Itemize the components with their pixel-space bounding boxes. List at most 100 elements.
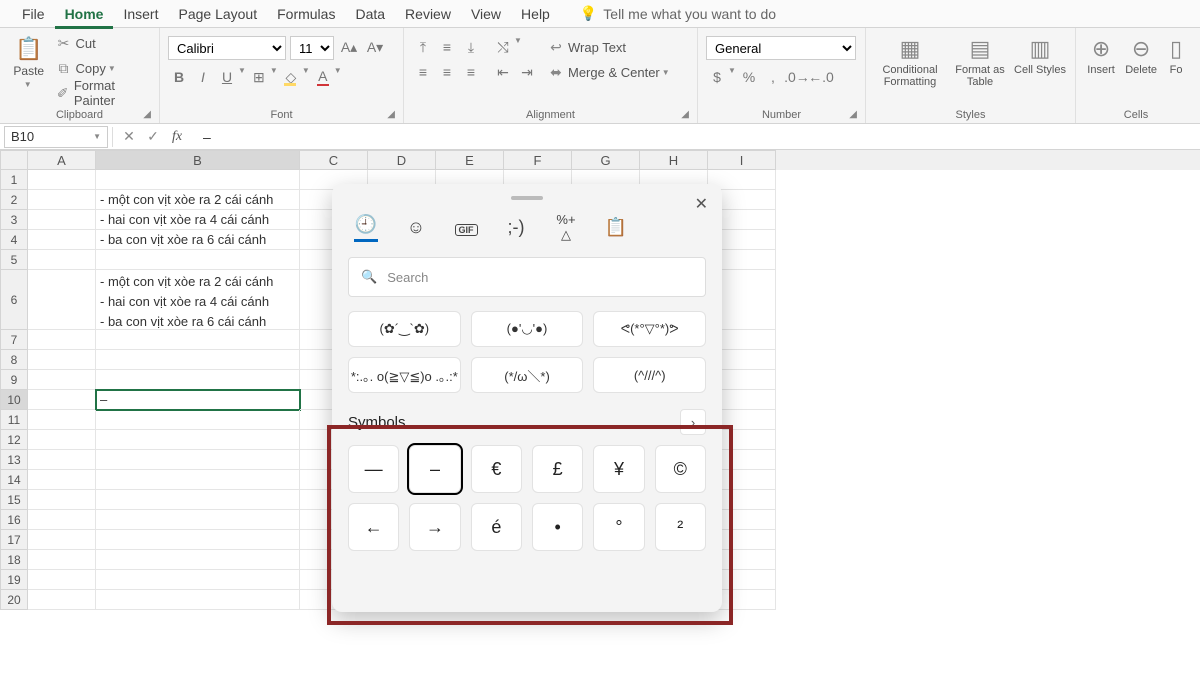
cut-button[interactable]: ✂Cut [55, 32, 151, 54]
cell-B13[interactable] [96, 450, 300, 470]
row-header-4[interactable]: 4 [0, 230, 28, 250]
close-button[interactable]: ✕ [695, 194, 708, 214]
col-header-G[interactable]: G [572, 150, 640, 170]
tab-clipboard-icon[interactable]: 📋 [604, 217, 628, 238]
col-header-A[interactable]: A [28, 150, 96, 170]
enter-formula-icon[interactable]: ✓ [143, 128, 163, 145]
tab-help[interactable]: Help [511, 2, 560, 26]
kaomoji-item-1[interactable]: (●'◡'●) [471, 311, 584, 347]
cell-A20[interactable] [28, 590, 96, 610]
tab-symbols-icon[interactable]: %+△ [554, 212, 578, 243]
cell-A12[interactable] [28, 430, 96, 450]
cell-A14[interactable] [28, 470, 96, 490]
border-button[interactable]: ⊞ [248, 66, 270, 88]
row-header-11[interactable]: 11 [0, 410, 28, 430]
cell-A5[interactable] [28, 250, 96, 270]
tab-emoji-icon[interactable]: ☺ [404, 217, 428, 238]
kaomoji-item-0[interactable]: *:.｡. o(≧▽≦)o .｡.:* [348, 357, 461, 393]
symbol-item-4[interactable]: ¥ [593, 445, 644, 493]
cell-A10[interactable] [28, 390, 96, 410]
align-right-icon[interactable]: ≡ [460, 61, 482, 83]
format-painter-button[interactable]: ✐Format Painter [55, 82, 151, 104]
dialog-launcher-icon[interactable]: ◢ [143, 109, 151, 120]
row-header-14[interactable]: 14 [0, 470, 28, 490]
fx-icon[interactable]: fx [167, 129, 187, 145]
tab-gif-icon[interactable]: GIF [454, 217, 478, 238]
cell-A17[interactable] [28, 530, 96, 550]
cell-A2[interactable] [28, 190, 96, 210]
row-header-20[interactable]: 20 [0, 590, 28, 610]
row-header-9[interactable]: 9 [0, 370, 28, 390]
kaomoji-item-0[interactable]: (✿´‿`✿) [348, 311, 461, 347]
indent-increase-icon[interactable]: ⇥ [516, 61, 538, 83]
orientation-icon[interactable]: ⤭ [492, 36, 514, 58]
indent-decrease-icon[interactable]: ⇤ [492, 61, 514, 83]
panel-drag-handle[interactable] [511, 196, 543, 200]
cell-B14[interactable] [96, 470, 300, 490]
cell-B6[interactable]: - một con vịt xòe ra 2 cái cánh - hai co… [96, 270, 300, 330]
row-header-15[interactable]: 15 [0, 490, 28, 510]
format-as-table-button[interactable]: ▤Format as Table [948, 32, 1012, 88]
symbol-item-4[interactable]: ° [593, 503, 644, 551]
comma-icon[interactable]: , [762, 66, 784, 88]
row-header-13[interactable]: 13 [0, 450, 28, 470]
font-name-combo[interactable]: Calibri [168, 36, 286, 60]
cell-B7[interactable] [96, 330, 300, 350]
percent-icon[interactable]: % [738, 66, 760, 88]
row-header-19[interactable]: 19 [0, 570, 28, 590]
tab-view[interactable]: View [461, 2, 511, 26]
tab-kaomoji-icon[interactable]: ;-) [504, 217, 528, 238]
delete-cell-button[interactable]: ⊖Delete [1124, 32, 1158, 76]
cell-B8[interactable] [96, 350, 300, 370]
row-header-10[interactable]: 10 [0, 390, 28, 410]
decrease-decimal-icon[interactable]: ←.0 [810, 66, 832, 88]
cell-B17[interactable] [96, 530, 300, 550]
increase-decimal-icon[interactable]: .0→ [786, 66, 808, 88]
cell-A7[interactable] [28, 330, 96, 350]
align-bottom-icon[interactable]: ⤓ [460, 36, 482, 58]
currency-icon[interactable]: $ [706, 66, 728, 88]
row-header-16[interactable]: 16 [0, 510, 28, 530]
tab-data[interactable]: Data [345, 2, 395, 26]
cell-B9[interactable] [96, 370, 300, 390]
tab-home[interactable]: Home [55, 2, 114, 29]
symbol-item-2[interactable]: € [471, 445, 522, 493]
row-header-6[interactable]: 6 [0, 270, 28, 330]
kaomoji-item-1[interactable]: (*/ω＼*) [471, 357, 584, 393]
cancel-formula-icon[interactable]: ✕ [119, 128, 139, 145]
underline-button[interactable]: U [216, 66, 238, 88]
font-size-combo[interactable]: 11 [290, 36, 334, 60]
cell-A9[interactable] [28, 370, 96, 390]
cell-B1[interactable] [96, 170, 300, 190]
row-header-18[interactable]: 18 [0, 550, 28, 570]
dialog-launcher-icon[interactable]: ◢ [849, 109, 857, 120]
row-header-8[interactable]: 8 [0, 350, 28, 370]
symbol-item-1[interactable]: – [409, 445, 460, 493]
kaomoji-item-2[interactable]: (^///^) [593, 357, 706, 393]
col-header-C[interactable]: C [300, 150, 368, 170]
formula-bar[interactable]: – [193, 129, 1200, 145]
cell-B4[interactable]: - ba con vịt xòe ra 6 cái cánh [96, 230, 300, 250]
symbol-item-5[interactable]: ² [655, 503, 706, 551]
panel-search-input[interactable]: 🔍 Search [348, 257, 706, 297]
row-header-5[interactable]: 5 [0, 250, 28, 270]
symbol-item-0[interactable]: ← [348, 503, 399, 551]
cell-B12[interactable] [96, 430, 300, 450]
tab-insert[interactable]: Insert [113, 2, 168, 26]
cell-A8[interactable] [28, 350, 96, 370]
row-header-17[interactable]: 17 [0, 530, 28, 550]
row-header-1[interactable]: 1 [0, 170, 28, 190]
col-header-B[interactable]: B [96, 150, 300, 170]
align-left-icon[interactable]: ≡ [412, 61, 434, 83]
cell-A11[interactable] [28, 410, 96, 430]
align-center-icon[interactable]: ≡ [436, 61, 458, 83]
row-header-12[interactable]: 12 [0, 430, 28, 450]
insert-cell-button[interactable]: ⊕Insert [1084, 32, 1118, 76]
paste-button[interactable]: 📋 Paste ▼ [8, 32, 49, 89]
cell-styles-button[interactable]: ▥Cell Styles [1014, 32, 1066, 76]
col-header-F[interactable]: F [504, 150, 572, 170]
tab-formulas[interactable]: Formulas [267, 2, 345, 26]
cell-A13[interactable] [28, 450, 96, 470]
cell-B10[interactable]: – [96, 390, 300, 410]
symbol-item-1[interactable]: → [409, 503, 460, 551]
